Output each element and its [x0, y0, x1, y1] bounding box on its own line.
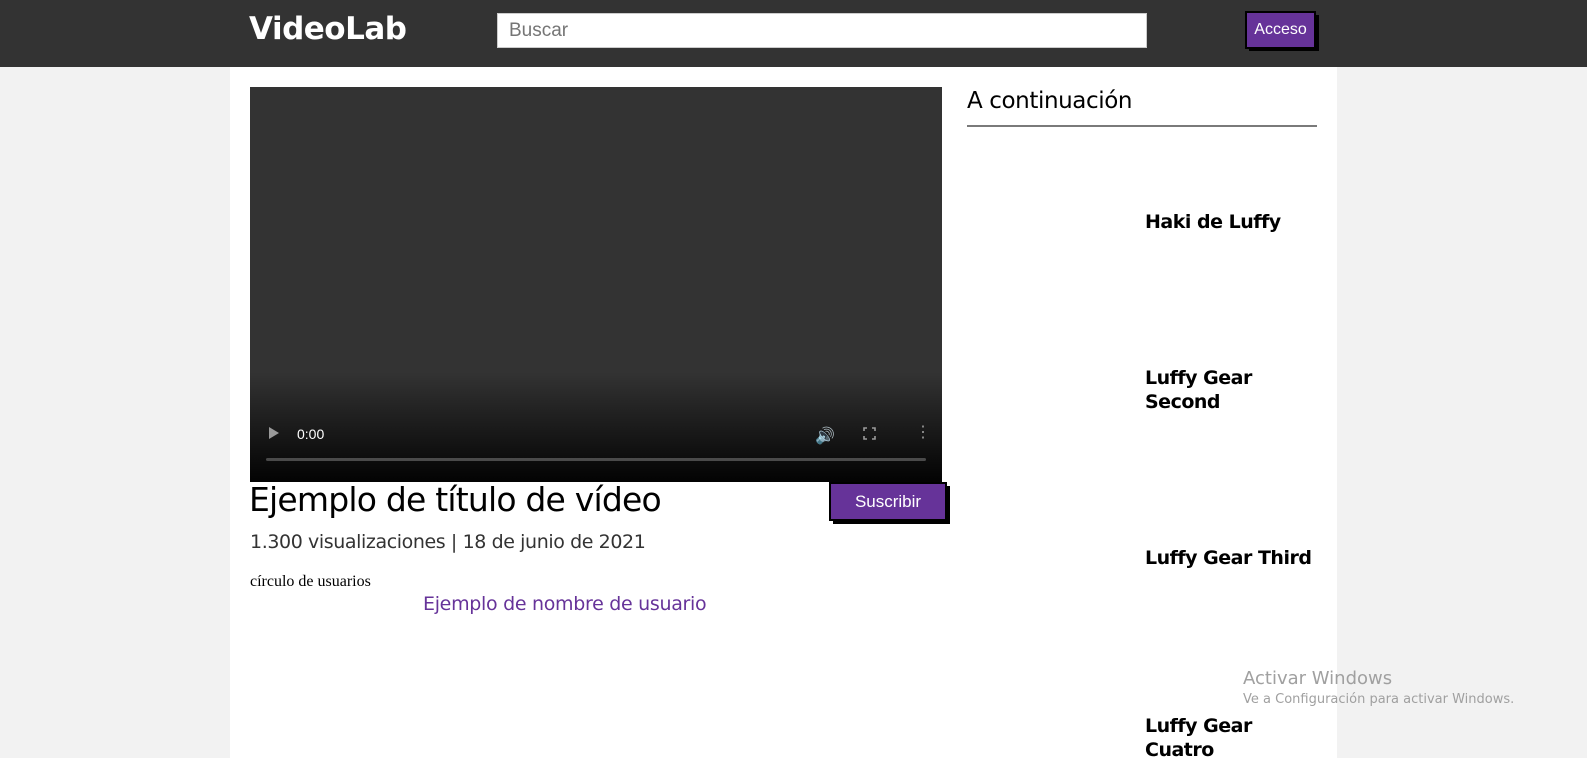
avatar: círculo de usuarios	[250, 573, 371, 591]
up-next-item[interactable]: Luffy Gear Cuatro	[1145, 714, 1315, 758]
player-controls-gradient	[250, 372, 942, 482]
up-next-item[interactable]: Luffy Gear Third	[1145, 546, 1315, 570]
volume-icon[interactable]: 🔊	[815, 426, 835, 446]
site-logo[interactable]: VideoLab	[249, 11, 407, 47]
up-next-item[interactable]: Haki de Luffy	[1145, 210, 1315, 234]
up-next-heading: A continuación	[967, 88, 1133, 114]
video-title: Ejemplo de título de vídeo	[249, 480, 662, 519]
search-input[interactable]	[497, 13, 1147, 48]
avatar-alt-text: círculo de usuarios	[250, 573, 371, 590]
windows-activation-watermark: Activar Windows Ve a Configuración para …	[1243, 668, 1514, 707]
login-button[interactable]: Acceso	[1245, 11, 1316, 49]
top-navbar: VideoLab Acceso	[0, 0, 1587, 67]
watermark-title: Activar Windows	[1243, 668, 1393, 689]
up-next-divider	[967, 125, 1317, 127]
more-options-icon[interactable]: ⋮	[915, 425, 931, 441]
channel-username[interactable]: Ejemplo de nombre de usuario	[423, 593, 707, 615]
play-icon[interactable]	[269, 427, 279, 439]
fullscreen-icon[interactable]	[863, 427, 876, 440]
up-next-item[interactable]: Luffy Gear Second	[1145, 366, 1315, 414]
current-time: 0:00	[297, 426, 325, 442]
subscribe-button[interactable]: Suscribir	[829, 482, 947, 521]
video-player[interactable]: 0:00 🔊 ⋮	[250, 87, 942, 482]
watermark-subtitle: Ve a Configuración para activar Windows.	[1243, 692, 1515, 707]
progress-bar[interactable]	[266, 458, 926, 461]
video-meta: 1.300 visualizaciones | 18 de junio de 2…	[250, 531, 646, 553]
